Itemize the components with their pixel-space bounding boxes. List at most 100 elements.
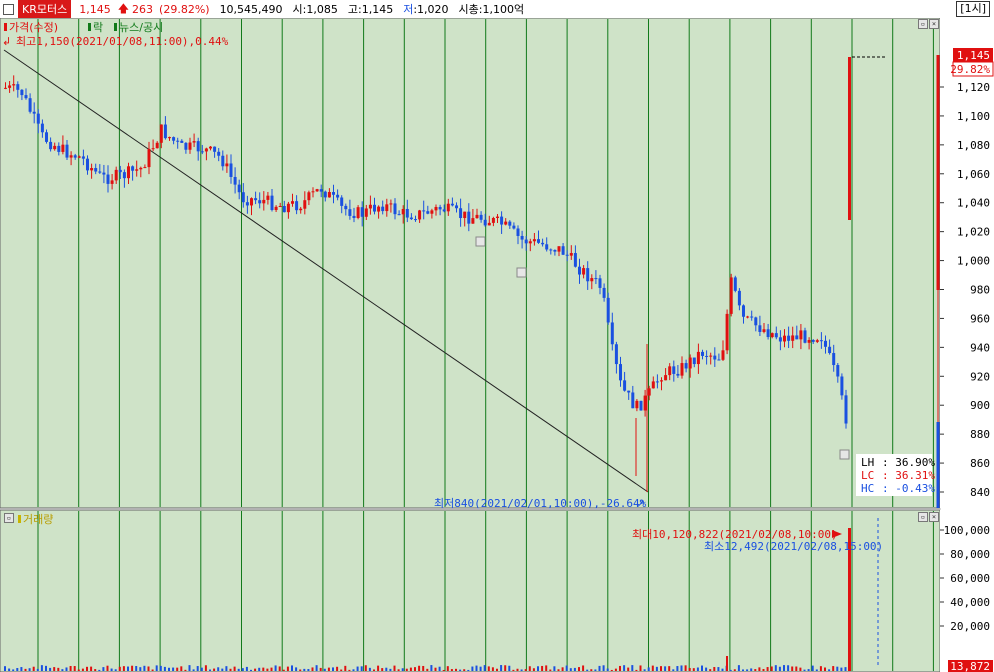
candle-body bbox=[680, 363, 684, 376]
candle-body bbox=[188, 142, 192, 150]
volume-bar bbox=[381, 668, 384, 671]
candle-body bbox=[524, 239, 528, 244]
volume-bar bbox=[578, 667, 580, 671]
volume-bar bbox=[479, 666, 482, 671]
candle-body bbox=[143, 167, 147, 169]
volume-bar bbox=[274, 665, 277, 671]
volume-bar bbox=[213, 668, 216, 671]
volume-bar bbox=[270, 667, 273, 671]
volume-bar bbox=[709, 669, 712, 671]
candle-body bbox=[803, 330, 807, 343]
ticker-name[interactable]: KR모터스 bbox=[18, 0, 72, 18]
candle-body bbox=[340, 197, 344, 206]
price-panel-minimize-icon[interactable]: ▫ bbox=[918, 19, 928, 29]
volume-bar bbox=[377, 665, 380, 671]
volume-bar bbox=[209, 669, 211, 671]
candle-body bbox=[614, 344, 618, 365]
volume-bar bbox=[532, 668, 535, 671]
volume-tick-label: 40,000 bbox=[950, 596, 990, 609]
volume-bar bbox=[241, 668, 244, 671]
volume-bar bbox=[233, 666, 236, 671]
candle-body bbox=[28, 98, 32, 112]
candle-body bbox=[496, 216, 499, 219]
candle-body bbox=[631, 392, 635, 409]
volume-bar bbox=[4, 666, 6, 671]
candle-body bbox=[49, 141, 53, 150]
candle-body bbox=[209, 146, 212, 149]
volume-bar bbox=[639, 665, 642, 671]
candle-body bbox=[430, 210, 434, 214]
candle-body bbox=[135, 169, 139, 171]
volume-bar bbox=[295, 667, 298, 671]
candle-body bbox=[282, 205, 286, 213]
legend-news[interactable]: 뉴스/공시 bbox=[119, 21, 163, 34]
news-marker[interactable] bbox=[839, 449, 850, 460]
volume-panel-close-icon[interactable]: × bbox=[929, 512, 939, 522]
volume-bar bbox=[397, 669, 400, 671]
volume-bar bbox=[573, 667, 576, 671]
news-marker[interactable] bbox=[516, 267, 527, 278]
volume-bar bbox=[20, 667, 23, 671]
volume-bar bbox=[426, 668, 429, 671]
candle-body bbox=[758, 325, 762, 332]
volume-bar bbox=[594, 669, 597, 671]
price-panel-close-icon[interactable]: × bbox=[929, 19, 939, 29]
volume-bar bbox=[340, 669, 343, 671]
candle-body bbox=[573, 253, 577, 267]
volume-bar bbox=[8, 668, 11, 671]
low-price-label: 저 bbox=[403, 3, 414, 16]
candle-body bbox=[610, 322, 614, 345]
candle-body bbox=[729, 277, 733, 314]
volume-bar bbox=[590, 669, 593, 671]
legend-volume[interactable]: 거래량 bbox=[23, 513, 53, 526]
volume-bar bbox=[196, 666, 199, 671]
volume-bar bbox=[541, 665, 544, 671]
volume-bar bbox=[151, 669, 154, 671]
candle-body bbox=[250, 198, 253, 206]
volume-bar bbox=[180, 666, 183, 671]
timeframe-button[interactable]: [1시] bbox=[956, 1, 990, 17]
candle-body bbox=[81, 156, 85, 159]
candle-body bbox=[151, 148, 155, 150]
volume-bar bbox=[364, 665, 367, 671]
volume-bar bbox=[627, 667, 630, 671]
low-price-value: :1,020 bbox=[413, 2, 449, 16]
volume-bar bbox=[672, 669, 675, 671]
candle-body bbox=[754, 317, 758, 326]
stock-chart[interactable]: 1,120 1,100 1,080 1,060 1,040 1,020 1,000 980 96… bbox=[0, 18, 994, 672]
volume-bar bbox=[311, 667, 314, 671]
candle-body bbox=[409, 217, 413, 220]
candle-body bbox=[651, 381, 655, 389]
candle-body bbox=[602, 287, 606, 298]
volume-bar bbox=[774, 665, 777, 671]
candle-body bbox=[635, 400, 639, 409]
volume-bar bbox=[73, 666, 76, 671]
candle-body bbox=[86, 158, 89, 171]
header-checkbox[interactable] bbox=[3, 3, 14, 15]
news-marker[interactable] bbox=[475, 236, 486, 247]
legend-rak[interactable]: 락 bbox=[93, 21, 103, 34]
candle-body bbox=[455, 205, 458, 209]
volume-bar bbox=[57, 667, 60, 671]
candle-body bbox=[639, 400, 643, 411]
volume-bar bbox=[733, 669, 736, 671]
candle-body bbox=[504, 221, 508, 225]
price-tick-label: 840 bbox=[970, 486, 990, 499]
volume-bar bbox=[118, 666, 121, 671]
volume-bar bbox=[53, 667, 56, 671]
volume-panel-menu-icon[interactable]: ▫ bbox=[4, 513, 14, 523]
candle-body bbox=[848, 57, 851, 132]
candle-body bbox=[65, 144, 69, 158]
legend-price[interactable]: 가격(수정) bbox=[9, 21, 58, 34]
candle-body bbox=[619, 364, 622, 381]
candle-body bbox=[783, 335, 786, 342]
candle-body bbox=[713, 355, 717, 360]
volume-bar bbox=[491, 667, 494, 671]
volume-panel-minimize-icon[interactable]: ▫ bbox=[918, 512, 928, 522]
candle-body bbox=[385, 204, 389, 212]
candle-body bbox=[127, 166, 130, 179]
volume-bar bbox=[598, 665, 601, 671]
candle-body bbox=[627, 390, 631, 393]
volume-bar bbox=[643, 669, 646, 671]
volume-bar bbox=[143, 665, 146, 671]
